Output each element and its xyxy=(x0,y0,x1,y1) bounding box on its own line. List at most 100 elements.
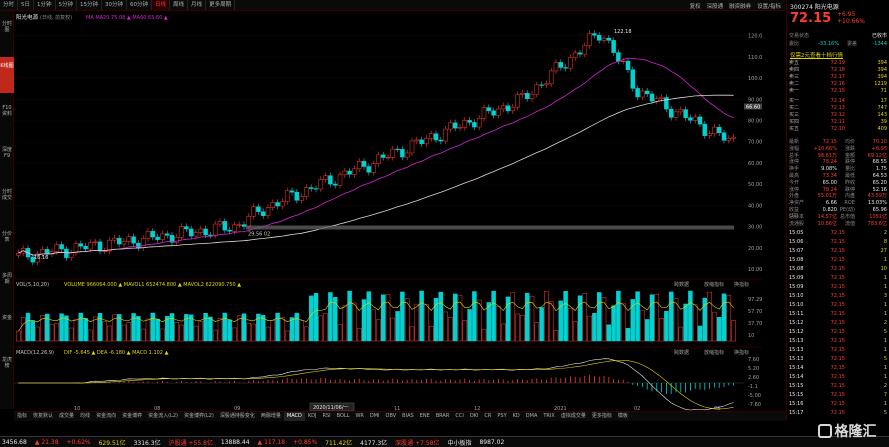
indicator-tab-7[interactable]: 资金博弈(L2) xyxy=(181,412,217,421)
indicator-tab-0[interactable]: 指标 xyxy=(14,412,30,421)
sidebar-item-4[interactable]: 分时成交 xyxy=(0,183,14,219)
tick-row-7-cell-2: 3 xyxy=(883,293,887,299)
tick-row-15-cell-2: 1 xyxy=(883,365,887,371)
bid-row-3-cell-1: 72.11 xyxy=(830,119,845,125)
stat-row-5-cell-3: 64.53 xyxy=(872,173,887,179)
candle-body xyxy=(712,126,717,134)
indicator-tab-26[interactable]: TRIX xyxy=(540,412,557,421)
indicator-tab-13[interactable]: BOLL xyxy=(334,412,353,421)
sidebar-item-3[interactable]: 深度F9 xyxy=(0,141,14,177)
candle-body xyxy=(428,133,434,139)
indicator-tab-23[interactable]: PSY xyxy=(494,412,509,421)
indicator-tab-12[interactable]: RSI xyxy=(319,412,333,421)
indicator-tab-20[interactable]: CCI xyxy=(452,412,466,421)
indicator-tab-4[interactable]: 资金流向 xyxy=(93,412,119,421)
tick-row-3: 15:08 72.15 1 xyxy=(789,257,887,263)
sidebar-item-8[interactable]: 龙虎榜 xyxy=(0,351,14,387)
indicator-tab-19[interactable]: BRAR xyxy=(433,412,453,421)
indicator-tab-29[interactable]: 模板 xyxy=(615,412,631,421)
period-tab-7[interactable]: 日线 xyxy=(152,0,171,10)
volume-bar xyxy=(568,307,573,342)
toolbar-right-item-1[interactable]: 深股通 xyxy=(707,2,724,10)
indicator-tab-17[interactable]: BIAS xyxy=(399,412,417,421)
sidebar-item-2[interactable]: F10资料 xyxy=(0,99,14,135)
status-item-4: 3316.3亿 xyxy=(133,439,161,447)
ma-label: (日线, 前复权) xyxy=(40,14,72,21)
period-tab-1[interactable]: 5日 xyxy=(18,0,35,10)
volume-bar xyxy=(486,302,492,342)
stat-row-3-cell-1: 78.24 xyxy=(822,159,837,166)
volume-bar xyxy=(462,320,468,342)
indicator-tab-18[interactable]: ENE xyxy=(417,412,433,421)
indicator-tab-3[interactable]: 均线 xyxy=(77,412,93,421)
stat-row-4-cell-0: 换手 xyxy=(789,166,800,173)
ask-row-1-cell-1: 72.18 xyxy=(830,67,845,73)
period-tab-2[interactable]: 1分钟 xyxy=(34,0,56,10)
indicator-tab-1[interactable]: 恢复默认 xyxy=(30,412,56,421)
period-tab-8[interactable]: 周线 xyxy=(170,0,189,10)
indicator-tab-6[interactable]: 资金流入(L2) xyxy=(145,412,181,421)
candle-body xyxy=(404,152,410,158)
indicator-tab-8[interactable]: 深股通持股变化 xyxy=(217,412,258,421)
ma60-line xyxy=(18,94,734,256)
period-tab-3[interactable]: 5分钟 xyxy=(56,0,78,10)
volume-bar xyxy=(448,317,453,342)
period-tab-5[interactable]: 30分钟 xyxy=(102,0,128,10)
indicator-tab-2[interactable]: 成交量 xyxy=(56,412,77,421)
period-tab-0[interactable]: 分时 xyxy=(0,0,19,10)
period-tab-10[interactable]: 更多周期 xyxy=(206,0,236,10)
stat-row-6-cell-3: 65.20 xyxy=(872,179,887,186)
stat-row-7-cell-3: 52.16 xyxy=(872,186,887,193)
volume-bar xyxy=(313,293,319,342)
tick-row-13-cell-0: 15:13 xyxy=(789,347,804,353)
level2-link[interactable]: 仅需2元查看十档行情 xyxy=(790,51,843,59)
indicator-tab-21[interactable]: DKI xyxy=(467,412,482,421)
sidebar-item-6[interactable]: 多周期 xyxy=(0,267,14,303)
period-tab-6[interactable]: 60分钟 xyxy=(127,0,153,10)
tick-row-11-cell-1: 72.15 xyxy=(830,329,845,335)
indicator-tab-10[interactable]: MACD xyxy=(283,412,305,421)
indicator-tab-5[interactable]: 资金博弈 xyxy=(119,412,145,421)
tick-row-9: 15:11 72.15 1 xyxy=(789,311,887,317)
volume-bar xyxy=(692,304,698,342)
tick-row-1-cell-2: 8 xyxy=(883,239,887,245)
indicator-tab-22[interactable]: CR xyxy=(481,412,494,421)
tick-row-7-cell-0: 15:10 xyxy=(789,293,804,299)
ask-row-1-cell-0: 卖四 xyxy=(789,67,800,73)
indicator-tab-16[interactable]: OBV xyxy=(383,412,400,421)
volume-bar xyxy=(678,326,684,342)
sidebar-item-1[interactable]: K线图 xyxy=(0,57,14,93)
candle-body xyxy=(126,236,132,242)
kline-chart-area[interactable]: 阳光电源 (日线, 前复权) MA MA20 75.08 ▲ MA60 65.60 … xyxy=(14,11,766,412)
candle-body xyxy=(683,109,688,118)
indicator-tab-24[interactable]: KD xyxy=(510,412,523,421)
volume-bar xyxy=(102,321,108,342)
volume-bar xyxy=(289,317,295,342)
candle-body xyxy=(472,122,477,128)
indicator-tab-25[interactable]: DMA xyxy=(523,412,541,421)
indicator-tab-15[interactable]: DMI xyxy=(367,412,383,421)
indicator-tab-14[interactable]: WR xyxy=(352,412,366,421)
indicator-tab-9[interactable]: 两融增量 xyxy=(258,412,284,421)
candle-body xyxy=(659,97,664,100)
bid-row-0-cell-2: 17 xyxy=(880,98,887,104)
period-tab-9[interactable]: 月线 xyxy=(188,0,207,10)
kline-chart-svg[interactable]: 阳光电源 (日线, 前复权) MA MA20 75.08 ▲ MA60 65.60 … xyxy=(14,11,766,412)
stat-row-12-cell-0: 流通股 xyxy=(789,220,805,227)
indicator-tab-11[interactable]: KDJ xyxy=(305,412,320,421)
toolbar-right-item-2[interactable]: 融资融券 xyxy=(729,2,751,10)
sidebar-item-0[interactable]: 分时图 xyxy=(0,15,14,51)
sidebar-item-5[interactable]: 分价表 xyxy=(0,225,14,261)
toolbar-right-item-3[interactable]: 设置/指标 xyxy=(757,2,781,10)
volume-bar xyxy=(716,317,722,342)
volume-bar xyxy=(366,291,372,342)
volume-bar xyxy=(107,325,112,342)
indicator-tab-28[interactable]: 更多指标 xyxy=(589,412,615,421)
stat-row-5-cell-1: 73.34 xyxy=(822,173,837,179)
tick-row-11-cell-0: 15:12 xyxy=(789,329,804,335)
candle-body xyxy=(136,242,141,249)
sidebar-item-7[interactable]: 资金 xyxy=(0,309,14,345)
period-tab-4[interactable]: 15分钟 xyxy=(77,0,103,10)
indicator-tab-27[interactable]: 虚拟成交量 xyxy=(558,412,589,421)
toolbar-right-item-0[interactable]: 复权 xyxy=(690,2,701,10)
